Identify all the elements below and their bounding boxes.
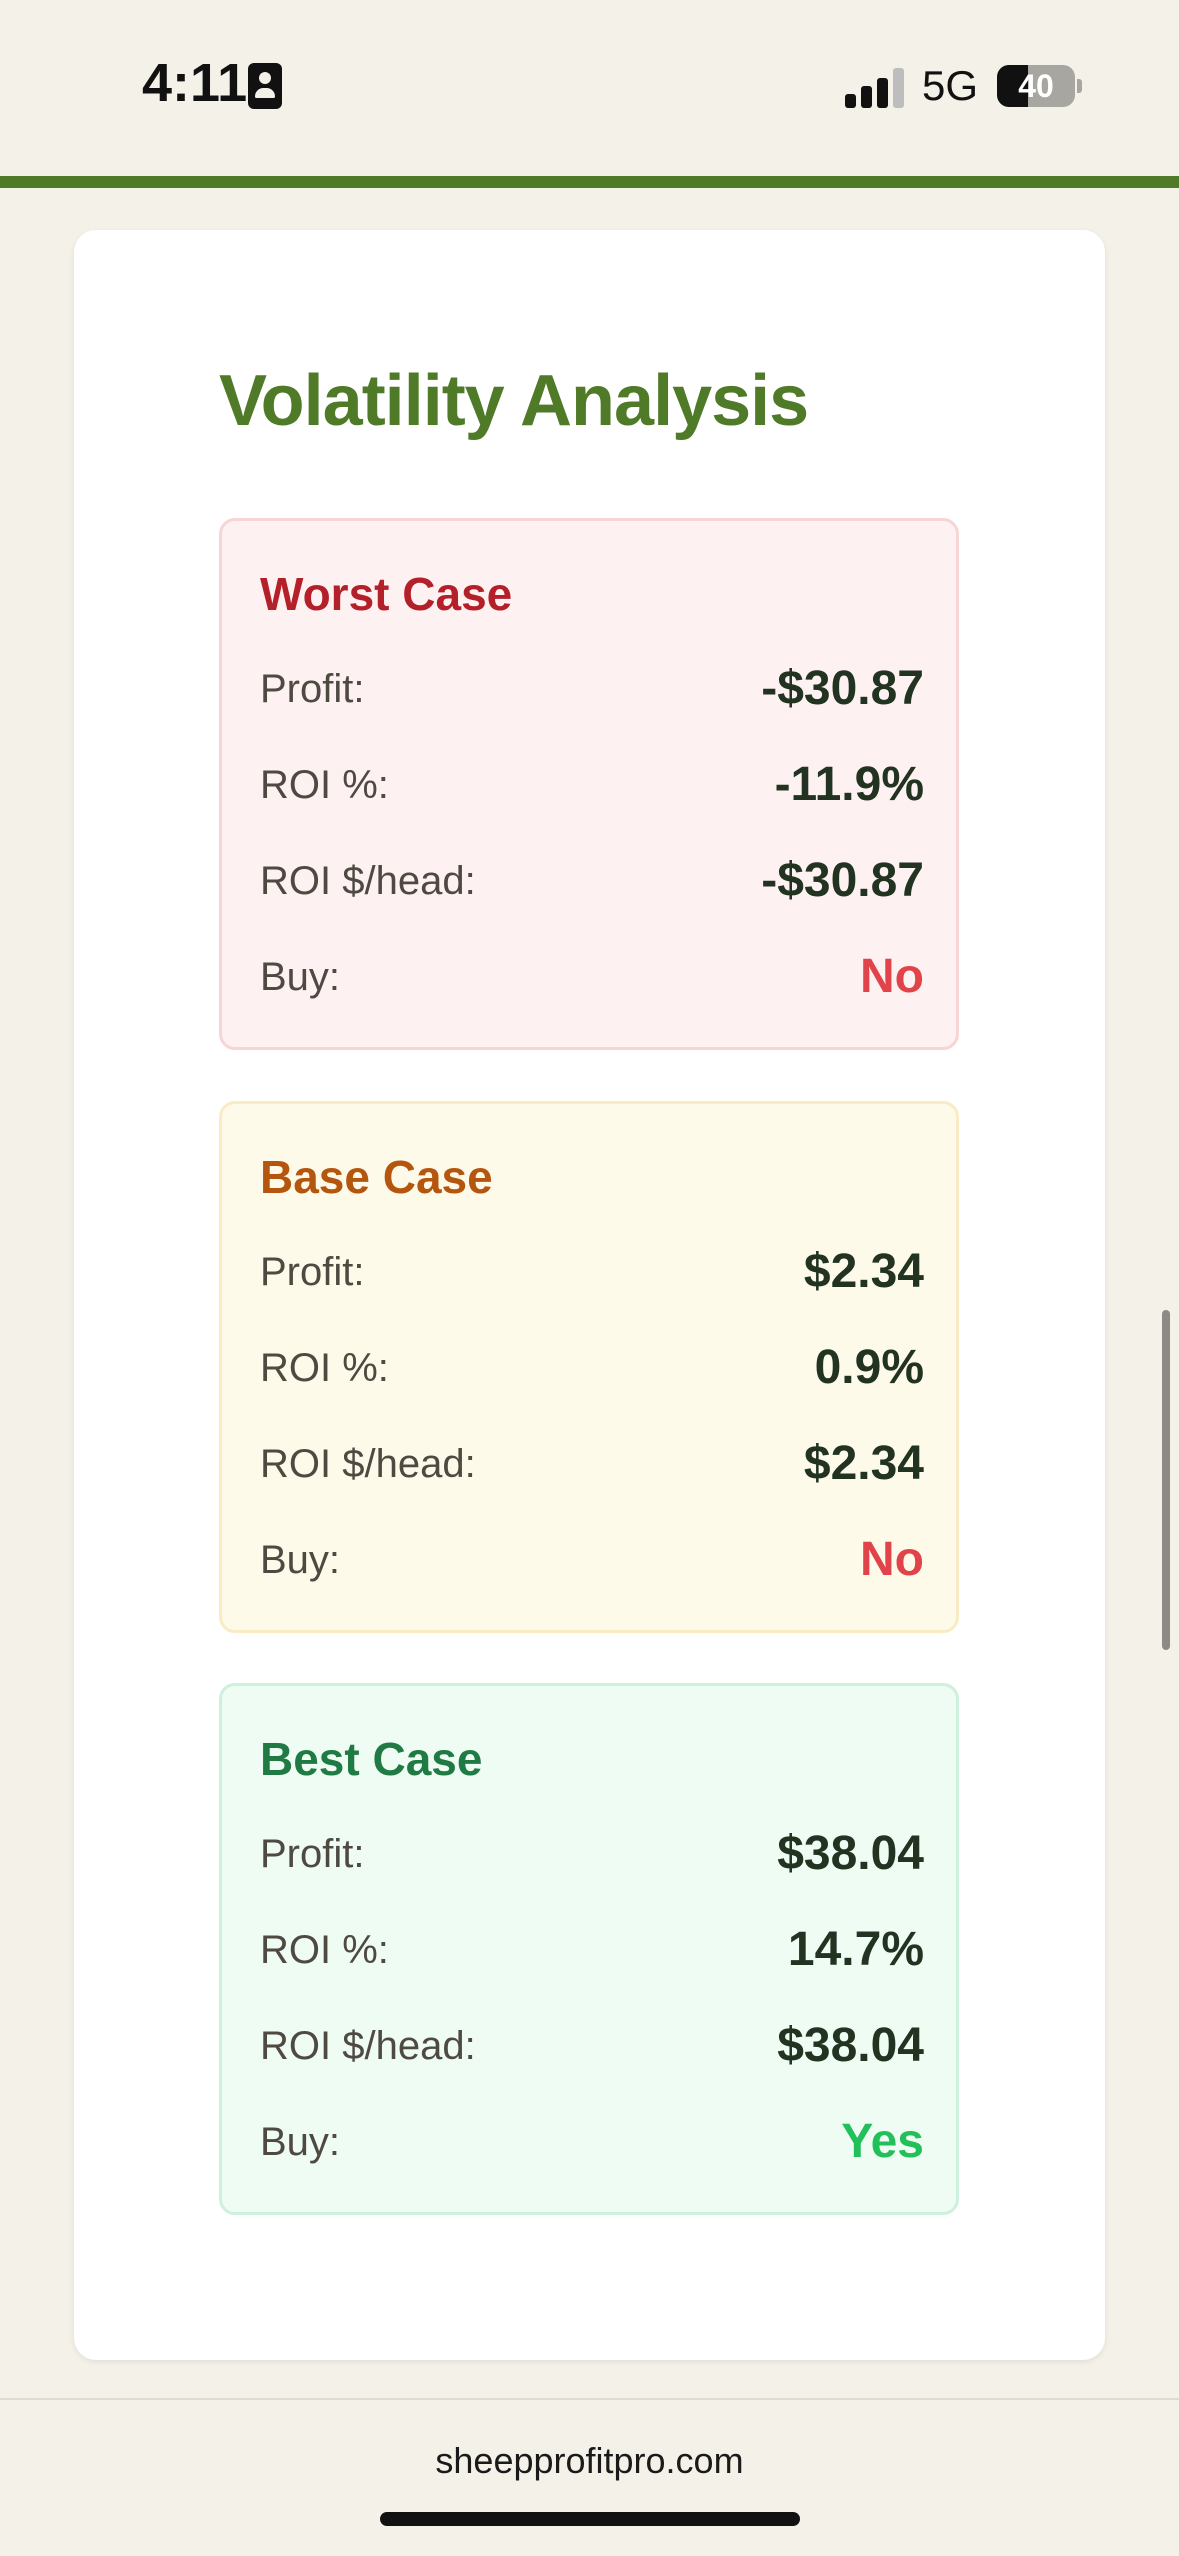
battery-icon: 40 [997,65,1075,107]
row-label: ROI %: [260,763,389,807]
roi-head-value: -$30.87 [761,854,924,907]
network-label: 5G [922,62,979,109]
best-case-box: Best Case Profit: $38.04 ROI %: 14.7% RO… [219,1683,959,2215]
page: 4:11 5G 40 Volatility Analysis Worst Cas… [0,0,1179,2556]
case-title: Worst Case [260,568,513,620]
row-label: ROI $/head: [260,859,476,903]
row-label: ROI $/head: [260,2024,476,2068]
profit-value: -$30.87 [761,662,924,715]
roi-pct-value: 0.9% [814,1341,924,1394]
roi-head-row: ROI $/head: $2.34 [260,1436,924,1496]
roi-head-value: $2.34 [803,1437,924,1490]
scrollbar-thumb[interactable] [1162,1310,1170,1650]
profit-row: Profit: -$30.87 [260,661,924,721]
cellular-signal-icon [845,68,905,108]
row-label: Buy: [260,2120,341,2164]
contact-card-icon [248,63,282,109]
roi-pct-value: -11.9% [774,758,924,811]
buy-row: Buy: No [260,1532,924,1592]
row-label: Buy: [260,1538,341,1582]
row-label: ROI $/head: [260,1442,476,1486]
buy-row: Buy: Yes [260,2114,924,2174]
row-label: ROI %: [260,1346,389,1390]
profit-row: Profit: $38.04 [260,1826,924,1886]
status-bar: 4:11 5G 40 [0,0,1179,176]
roi-head-row: ROI $/head: $38.04 [260,2018,924,2078]
browser-url-bar[interactable]: sheepprofitpro.com [0,2398,1179,2556]
status-time: 4:11 [142,53,248,113]
profit-value: $2.34 [803,1245,924,1298]
base-case-box: Base Case Profit: $2.34 ROI %: 0.9% ROI … [219,1101,959,1633]
profit-row: Profit: $2.34 [260,1244,924,1304]
battery-level: 40 [1018,68,1054,104]
profit-value: $38.04 [777,1827,924,1880]
roi-head-row: ROI $/head: -$30.87 [260,853,924,913]
worst-case-box: Worst Case Profit: -$30.87 ROI %: -11.9%… [219,518,959,1050]
roi-pct-row: ROI %: 0.9% [260,1340,924,1400]
battery-nub [1077,79,1082,93]
row-label: Profit: [260,667,365,711]
section-title: Volatility Analysis [219,361,809,441]
row-label: Profit: [260,1250,365,1294]
buy-value: Yes [841,2115,924,2168]
header-accent-bar [0,176,1179,188]
case-title: Base Case [260,1151,493,1203]
url-text[interactable]: sheepprofitpro.com [0,2440,1179,2482]
case-title: Best Case [260,1733,483,1785]
roi-head-value: $38.04 [777,2019,924,2072]
volatility-card: Volatility Analysis Worst Case Profit: -… [74,230,1105,2360]
roi-pct-row: ROI %: 14.7% [260,1922,924,1982]
buy-value: No [860,1533,924,1586]
row-label: Buy: [260,955,341,999]
row-label: Profit: [260,1832,365,1876]
row-label: ROI %: [260,1928,389,1972]
home-indicator[interactable] [380,2512,800,2526]
roi-pct-row: ROI %: -11.9% [260,757,924,817]
buy-value: No [860,950,924,1003]
buy-row: Buy: No [260,949,924,1009]
roi-pct-value: 14.7% [787,1923,924,1976]
